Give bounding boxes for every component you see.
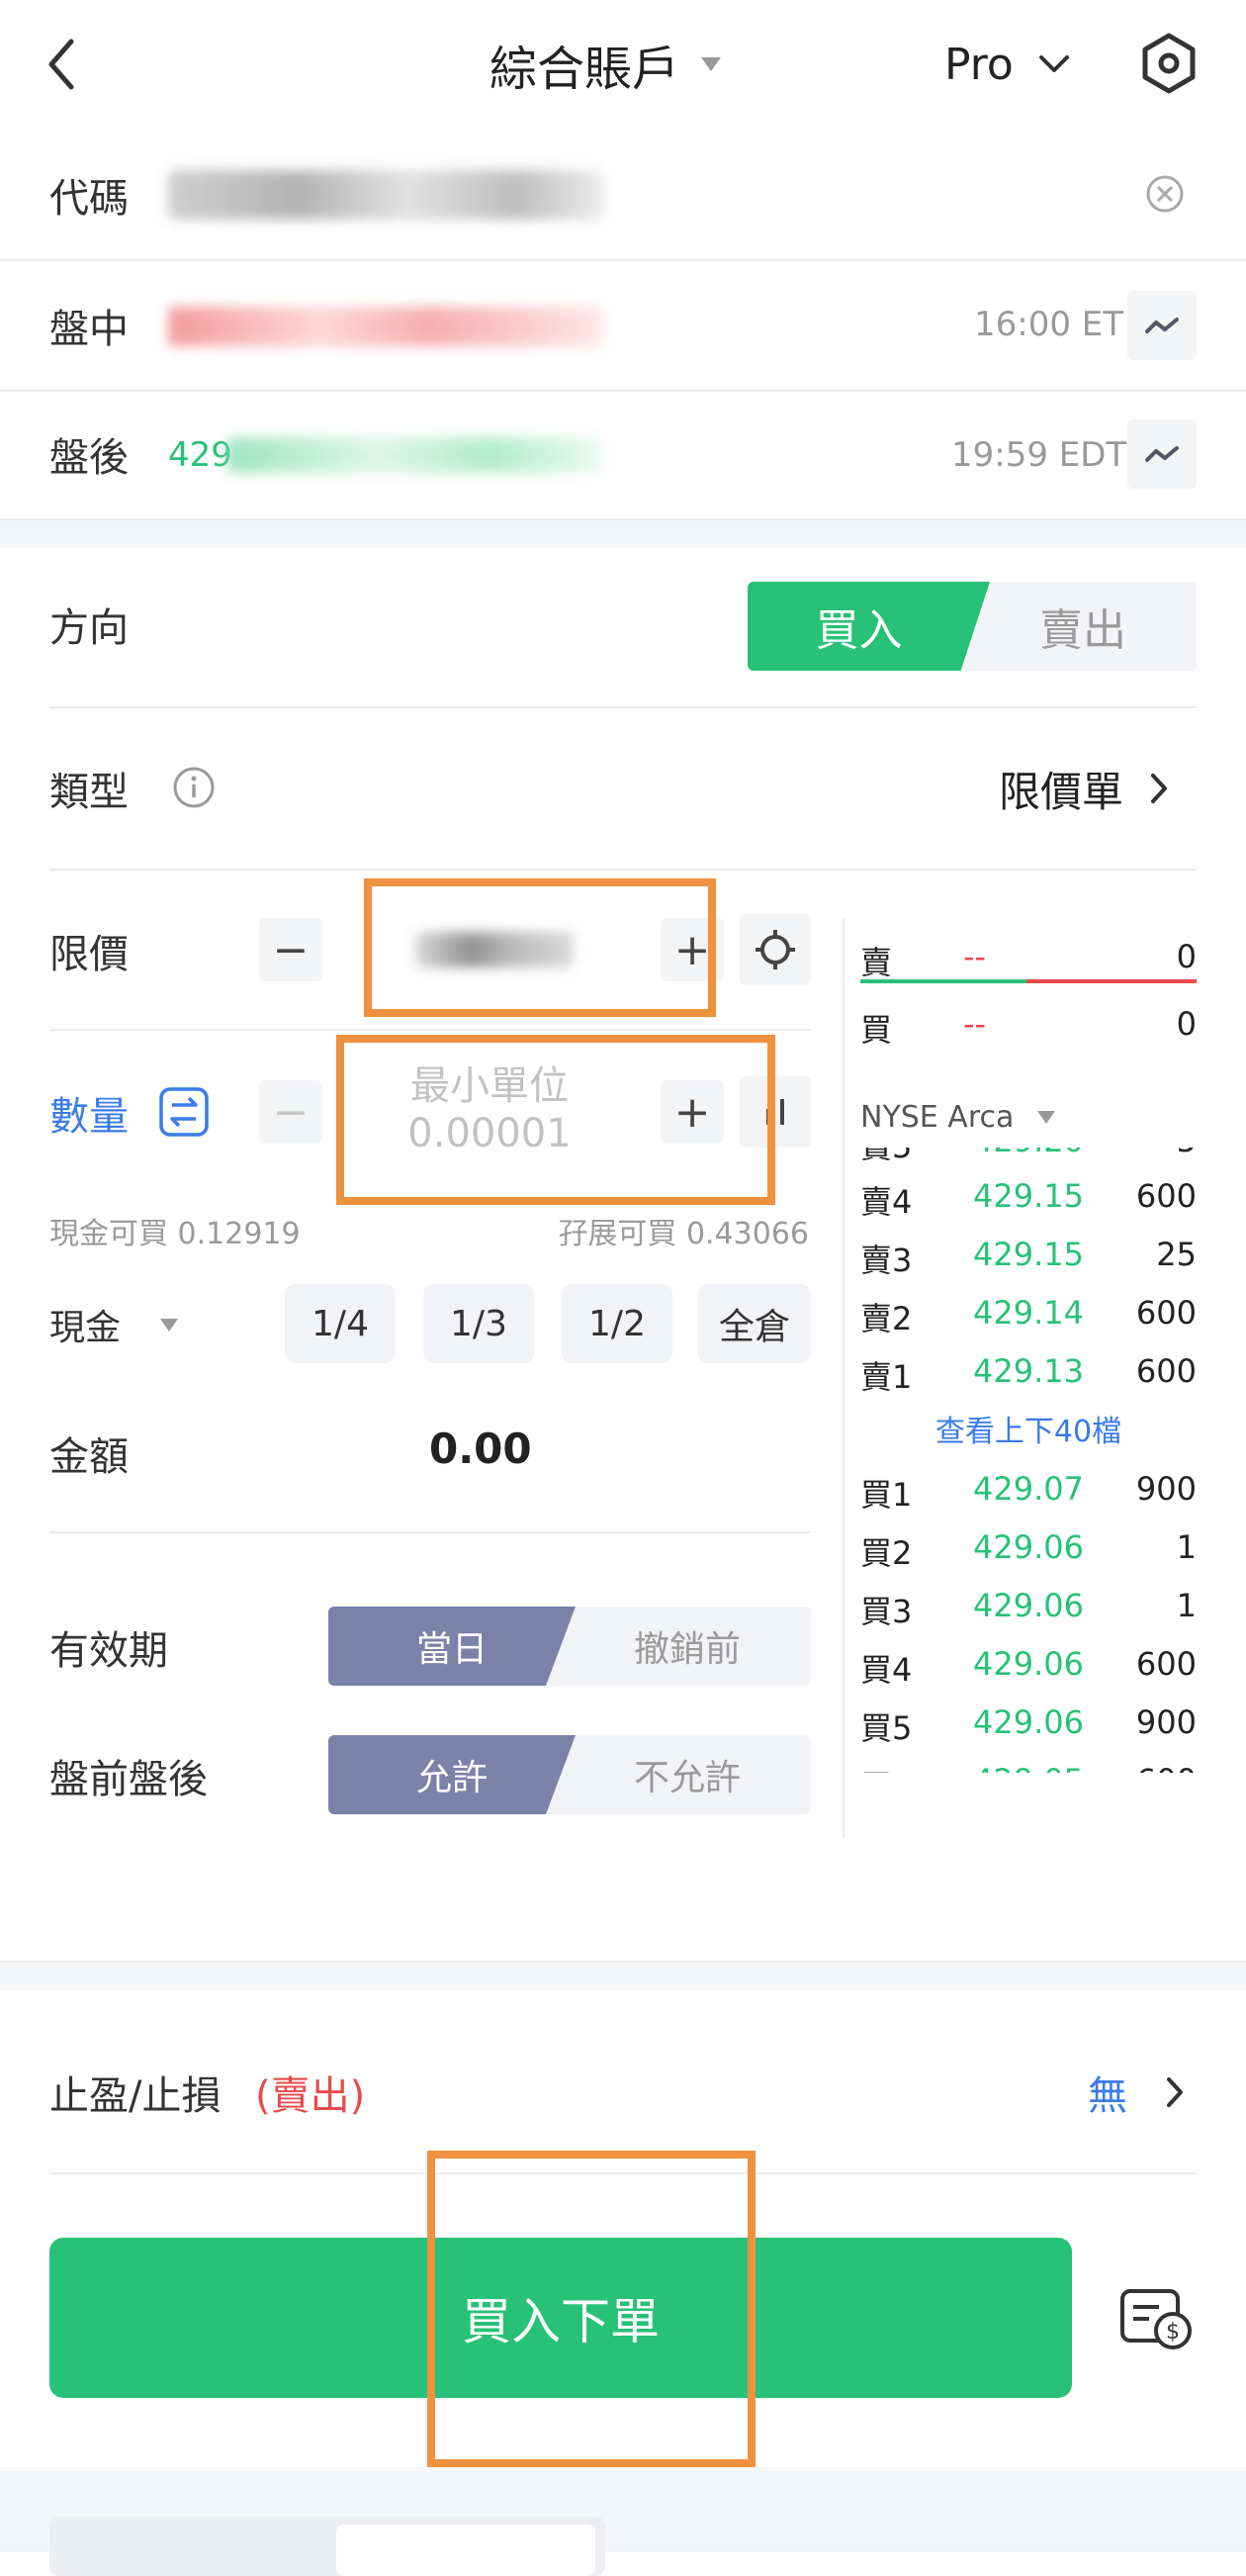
chevron-right-icon <box>1151 774 1168 803</box>
limit-locate-button[interactable] <box>740 914 811 985</box>
ask-row: 賣5 429.20 5 <box>860 1148 1197 1171</box>
after-hours-price <box>227 437 603 473</box>
validity-toggle: 當日 撤銷前 <box>328 1607 811 1686</box>
order-type-select[interactable]: 限價單 <box>999 754 1169 823</box>
direction-label: 方向 <box>49 605 129 651</box>
pro-mode-switch[interactable]: Pro <box>944 30 1071 99</box>
back-icon[interactable] <box>40 30 89 99</box>
intraday-price <box>168 307 603 346</box>
sell-tab-label: 賣出 <box>1039 605 1126 656</box>
after-hours-time: 19:59 EDT <box>951 435 1127 475</box>
fraction-third-button[interactable]: 1/3 <box>423 1284 534 1363</box>
code-input[interactable] <box>168 170 603 220</box>
chevron-down-icon <box>1038 55 1069 72</box>
after-hours-chart-button[interactable] <box>1127 419 1197 489</box>
quantity-label: 數量 <box>49 1094 129 1140</box>
limit-minus-button[interactable]: − <box>259 918 322 981</box>
trend-icon <box>1145 446 1179 462</box>
account-type-select[interactable]: 現金 <box>49 1300 179 1349</box>
pro-mode-label: Pro <box>944 39 1014 90</box>
limit-price-highlight <box>364 878 716 1017</box>
exchange-name: NYSE Arca <box>860 1099 1015 1135</box>
ask-row: 賣1 429.13 600 <box>860 1352 1197 1396</box>
margin-buyable: 孖展可買 0.43066 <box>558 1217 809 1251</box>
stop-value: 無 <box>1088 2073 1127 2119</box>
after-hours-prefix: 429 <box>168 435 232 475</box>
intraday-chart-button[interactable] <box>1127 291 1197 360</box>
submit-highlight <box>427 2151 756 2467</box>
settings-icon[interactable] <box>1137 32 1201 95</box>
quantity-highlight <box>336 1035 775 1205</box>
funds-icon[interactable]: $ <box>1119 2287 1195 2352</box>
after-hours-label: 盤後 <box>49 435 129 481</box>
fraction-half-button[interactable]: 1/2 <box>562 1284 672 1363</box>
code-label: 代碼 <box>49 176 129 222</box>
direction-toggle: 買入 賣出 <box>748 582 1197 671</box>
limit-price-label: 限價 <box>49 932 129 977</box>
bid-row: 買1 429.07 900 <box>860 1470 1197 1514</box>
orderbook-top-bid: 買 -- 0 <box>860 1005 1197 1049</box>
bid-row: 買2 429.06 1 <box>860 1528 1197 1572</box>
amount-value: 0.00 <box>429 1425 532 1473</box>
buy-tab-label: 買入 <box>815 605 903 656</box>
bottom-tabs-partial[interactable] <box>49 2517 605 2576</box>
clear-icon[interactable] <box>1145 174 1185 214</box>
caret-down-icon <box>1037 1110 1056 1124</box>
depth-list: 賣5 429.20 5 賣4 429.15 600 賣3 429.15 25 賣… <box>860 1148 1197 1773</box>
stop-label: 止盈/止損 <box>49 2073 222 2119</box>
intraday-label: 盤中 <box>49 307 129 352</box>
account-title-text: 綜合賬戶 <box>490 42 680 97</box>
caret-down-icon <box>160 1318 179 1332</box>
extended-hours-label: 盤前盤後 <box>49 1757 208 1802</box>
account-title[interactable]: 綜合賬戶 <box>490 30 722 99</box>
bid-row: 買6 429.05 600 <box>860 1754 1197 1773</box>
target-icon <box>756 930 795 969</box>
validity-day-option[interactable]: 當日 <box>328 1607 576 1686</box>
sell-tab[interactable]: 賣出 <box>969 582 1197 671</box>
fraction-quarter-button[interactable]: 1/4 <box>285 1284 396 1363</box>
cash-buyable: 現金可買 0.12919 <box>49 1217 301 1251</box>
stop-side: (賣出) <box>255 2073 366 2119</box>
chevron-right-icon <box>1167 2077 1183 2107</box>
caret-down-icon <box>701 57 722 71</box>
bid-ask-ratio-bar <box>860 979 1197 983</box>
validity-gtc-option[interactable]: 撤銷前 <box>564 1607 811 1686</box>
extended-hours-toggle: 允許 不允許 <box>328 1735 811 1814</box>
validity-label: 有效期 <box>49 1628 168 1674</box>
extended-deny-option[interactable]: 不允許 <box>564 1735 811 1814</box>
fraction-all-button[interactable]: 全倉 <box>698 1284 811 1363</box>
svg-text:$: $ <box>1166 2320 1180 2345</box>
type-label: 類型 <box>49 770 129 815</box>
info-icon[interactable] <box>172 766 216 809</box>
ask-row: 賣2 429.14 600 <box>860 1294 1197 1337</box>
bid-row: 買5 429.06 900 <box>860 1703 1197 1747</box>
stop-row[interactable]: 止盈/止損 (賣出) 無 <box>49 2060 1197 2129</box>
intraday-time: 16:00 ET <box>974 305 1124 344</box>
unit-switch-icon[interactable] <box>158 1086 210 1138</box>
extended-allow-option[interactable]: 允許 <box>328 1735 576 1814</box>
account-type-value: 現金 <box>49 1308 122 1348</box>
buy-tab[interactable]: 買入 <box>748 582 990 671</box>
ask-row: 賣3 429.15 25 <box>860 1236 1197 1279</box>
bid-row: 買4 429.06 600 <box>860 1645 1197 1689</box>
order-type-value: 限價單 <box>999 767 1124 816</box>
bid-row: 買3 429.06 1 <box>860 1587 1197 1630</box>
ask-row: 賣4 429.15 600 <box>860 1177 1197 1221</box>
amount-label: 金額 <box>49 1434 129 1480</box>
exchange-select[interactable]: NYSE Arca <box>860 1096 1056 1138</box>
trend-icon <box>1145 318 1179 333</box>
quantity-minus-button[interactable]: − <box>259 1080 322 1144</box>
view-more-depth-link[interactable]: 查看上下40檔 <box>860 1407 1197 1450</box>
